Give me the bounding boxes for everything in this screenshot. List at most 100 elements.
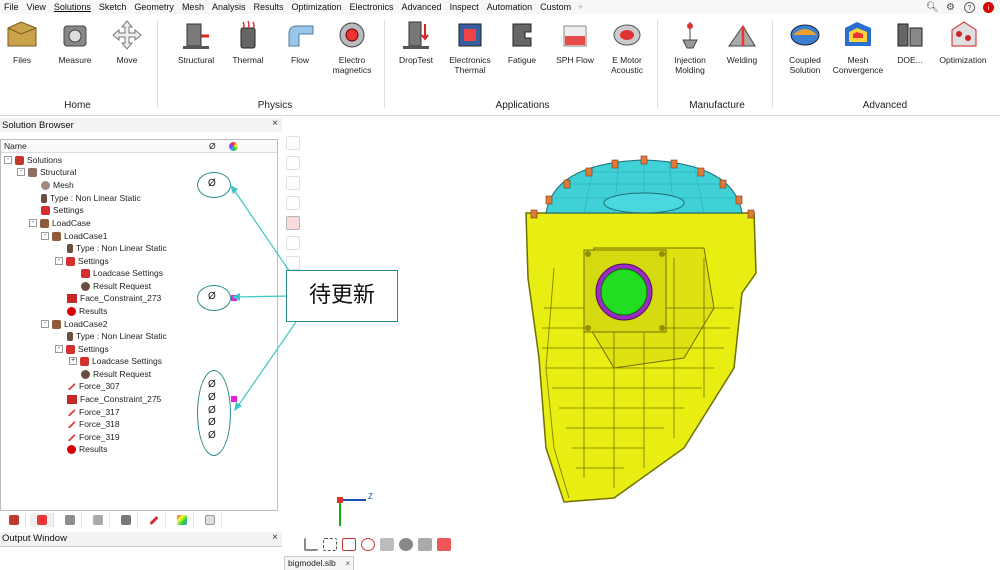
doe-button[interactable]: DOE... [880, 18, 940, 65]
menu-sketch[interactable]: Sketch [95, 0, 131, 14]
tree-row-settings[interactable]: - Settings [55, 343, 109, 355]
welding-button[interactable]: Welding [712, 18, 772, 65]
structural-button[interactable]: Structural [166, 18, 226, 65]
menu-mesh[interactable]: Mesh [178, 0, 208, 14]
add-tab-icon[interactable]: + [575, 2, 586, 12]
menu-automation[interactable]: Automation [483, 0, 537, 14]
tree-row-type[interactable]: Type : Non Linear Static [67, 330, 167, 342]
output-window-body[interactable] [0, 546, 282, 570]
zoom-box-icon[interactable] [342, 537, 356, 551]
menu-file[interactable]: File [0, 0, 23, 14]
color-wheel-icon[interactable] [229, 142, 238, 151]
collapse-icon[interactable]: - [55, 345, 63, 353]
e-motor-acoustic-button[interactable]: E Motor Acoustic [597, 18, 657, 75]
tree-row-settings[interactable]: Settings [41, 204, 84, 216]
menu-electronics[interactable]: Electronics [346, 0, 398, 14]
force-tab-icon[interactable] [142, 513, 166, 527]
menu-advanced[interactable]: Advanced [398, 0, 446, 14]
menu-solutions[interactable]: Solutions [50, 0, 95, 14]
loadcase-icon [40, 218, 49, 228]
injection-molding-button[interactable]: Injection Molding [660, 18, 720, 75]
column-phi[interactable]: Ø [209, 140, 216, 153]
tree-row-force[interactable]: Force_307 [67, 380, 120, 392]
geometry-tab-icon[interactable] [114, 513, 138, 527]
tree-row-force[interactable]: Force_319 [67, 431, 120, 443]
menu-results[interactable]: Results [249, 0, 287, 14]
tree-row-results[interactable]: Results [67, 305, 107, 317]
tree-row-loadcase1[interactable]: - LoadCase1 [41, 230, 107, 242]
separator [657, 20, 658, 108]
parts-tab-icon[interactable] [58, 513, 82, 527]
menu-optimization[interactable]: Optimization [287, 0, 345, 14]
thermal-button[interactable]: Thermal [218, 18, 278, 65]
flow-button[interactable]: Flow [270, 18, 330, 65]
info-icon[interactable]: i [983, 1, 994, 13]
collapse-icon[interactable]: - [17, 168, 25, 176]
tree-row-type[interactable]: Type : Non Linear Static [41, 192, 141, 204]
move-button[interactable]: Move [97, 18, 157, 65]
settings-icon[interactable]: ⚙ [945, 2, 956, 13]
close-icon[interactable]: × [272, 118, 278, 129]
collapse-icon[interactable]: - [41, 232, 49, 240]
search-icon[interactable]: 🔍︎ [926, 2, 939, 13]
menu-geometry[interactable]: Geometry [130, 0, 178, 14]
column-name[interactable]: Name [4, 141, 27, 151]
tree-row-type[interactable]: Type : Non Linear Static [67, 242, 167, 254]
zoom-lasso-icon[interactable] [361, 537, 375, 551]
menu-custom[interactable]: Custom [536, 0, 575, 14]
view-cube-icon[interactable] [380, 537, 394, 551]
tree-row-result-request[interactable]: Result Request [81, 280, 151, 292]
materials-tab-icon[interactable] [86, 513, 110, 527]
close-icon[interactable]: × [345, 557, 350, 570]
results-tab-icon[interactable] [170, 513, 194, 527]
fit-icon[interactable] [323, 537, 337, 551]
section-icon[interactable] [418, 537, 432, 551]
tree-row-face-constraint[interactable]: Face_Constraint_275 [67, 393, 161, 405]
help-icon[interactable]: ? [964, 1, 975, 13]
tree-row-face-constraint[interactable]: Face_Constraint_273 [67, 292, 161, 304]
tree-row-solutions[interactable]: - Solutions [4, 154, 62, 166]
menu-analysis[interactable]: Analysis [208, 0, 250, 14]
droptest-button[interactable]: DropTest [386, 18, 446, 65]
tree-row-loadcase-settings[interactable]: Loadcase Settings [81, 267, 163, 279]
mesh-convergence-button[interactable]: Mesh Convergence [828, 18, 888, 75]
tree-row-result-request[interactable]: Result Request [81, 368, 151, 380]
tree-row-mesh[interactable]: Mesh [41, 179, 74, 191]
tree-row-loadcase[interactable]: - LoadCase [29, 217, 91, 229]
group-physics: Physics [257, 100, 293, 111]
tree-row-loadcase-settings[interactable]: + Loadcase Settings [69, 355, 162, 367]
collapse-icon[interactable]: - [55, 257, 63, 265]
tree-row-results[interactable]: Results [67, 443, 107, 455]
tree-row-settings[interactable]: - Settings [55, 255, 109, 267]
axis-icon[interactable] [304, 537, 318, 551]
coupled-solution-button[interactable]: Coupled Solution [775, 18, 835, 75]
results-icon [67, 444, 76, 454]
expand-icon[interactable]: + [69, 357, 77, 365]
measure-button[interactable]: Measure [45, 18, 105, 65]
notes-tab-icon[interactable] [198, 513, 222, 527]
collapse-icon[interactable]: - [29, 219, 37, 227]
tree-row-loadcase2[interactable]: - LoadCase2 [41, 318, 107, 330]
structural-icon [28, 167, 37, 177]
optimization-icon [946, 18, 980, 52]
graphics-viewport[interactable] [284, 118, 1000, 554]
collapse-icon[interactable]: - [41, 320, 49, 328]
electronics-thermal-button[interactable]: Electronics Thermal [440, 18, 500, 75]
model-tab-icon[interactable] [2, 513, 26, 527]
display-icon[interactable] [437, 537, 451, 551]
sph-flow-button[interactable]: SPH Flow [545, 18, 605, 65]
collapse-icon[interactable]: - [4, 156, 12, 164]
file-tab[interactable]: bigmodel.slb × [284, 556, 354, 570]
tree-row-force[interactable]: Force_317 [67, 406, 120, 418]
tree-row-structural[interactable]: - Structural [17, 166, 76, 178]
tree-row-force[interactable]: Force_318 [67, 418, 120, 430]
fatigue-button[interactable]: Fatigue [492, 18, 552, 65]
solution-tab-icon[interactable] [30, 513, 54, 527]
optimization-button[interactable]: Optimization [933, 18, 993, 65]
visibility-icon[interactable] [399, 537, 413, 551]
menu-inspect[interactable]: Inspect [446, 0, 483, 14]
annotation-ellipse [197, 172, 231, 198]
close-icon[interactable]: × [272, 532, 278, 543]
electromagnetics-button[interactable]: Electro magnetics [322, 18, 382, 75]
menu-view[interactable]: View [23, 0, 50, 14]
